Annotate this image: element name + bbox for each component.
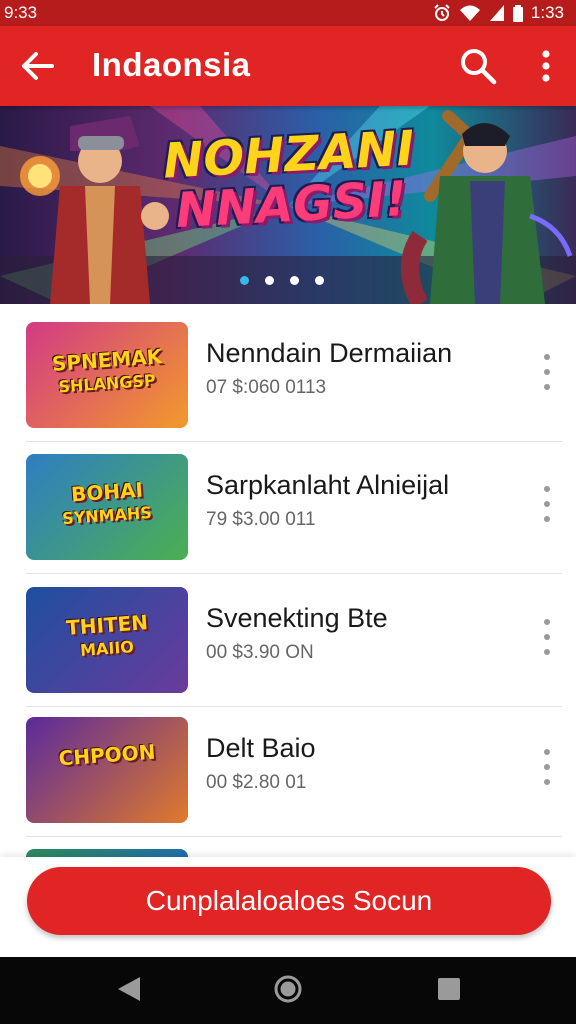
status-time-left: 9:33 xyxy=(4,3,38,22)
game-subtitle: 07 $:060 0113 xyxy=(206,377,327,398)
item-more-icon[interactable] xyxy=(538,484,556,524)
game-title: Delt Baio xyxy=(206,733,316,763)
wifi-icon xyxy=(459,5,480,21)
page-title: Indaonsia xyxy=(92,46,251,83)
banner-title-line-2: NNAGSI! xyxy=(174,170,409,239)
search-icon[interactable] xyxy=(458,46,498,86)
status-icons: 1:33 xyxy=(433,3,564,23)
game-title: Sarpkanlaht Alnieijal xyxy=(206,470,450,500)
list-item[interactable]: BOHAI SYNMAHS Sarpkanlaht Alnieijal 79 $3.0… xyxy=(0,442,576,574)
game-thumbnail: THITEN MAIIO xyxy=(26,587,188,693)
game-subtitle: 79 $3.00 011 xyxy=(206,509,316,530)
item-more-icon[interactable] xyxy=(538,352,556,392)
carousel-dot[interactable] xyxy=(240,276,249,285)
status-time-right: 1:33 xyxy=(530,3,564,22)
item-more-icon[interactable] xyxy=(538,617,556,657)
app-bar: Indaonsia xyxy=(0,26,576,106)
divider xyxy=(26,573,562,574)
banner-title: NOHZANI NNAGSI! xyxy=(148,121,433,239)
game-thumbnail: CHPOON xyxy=(26,717,188,823)
battery-icon xyxy=(512,5,523,22)
list-item[interactable]: SPNEMAK SHLANGSP Nenndain Dermaiian 07 $:06… xyxy=(0,310,576,442)
carousel-dot[interactable] xyxy=(315,276,324,285)
signal-icon xyxy=(489,5,504,21)
game-title: Svenekting Bte xyxy=(206,603,388,633)
item-more-icon[interactable] xyxy=(538,747,556,787)
game-subtitle: 00 $3.90 ON xyxy=(206,642,314,663)
nav-back-icon[interactable] xyxy=(116,975,142,1003)
nav-recents-icon[interactable] xyxy=(437,977,461,1001)
divider xyxy=(26,836,562,837)
status-bar: 9:33 1:33 xyxy=(0,0,576,26)
list-item[interactable]: CHPOON Delt Baio 00 $2.80 01 xyxy=(0,705,576,837)
carousel-dot[interactable] xyxy=(265,276,274,285)
alarm-icon xyxy=(434,4,450,21)
arrow-left-icon[interactable] xyxy=(20,50,56,82)
game-thumbnail: BOHAI SYNMAHS xyxy=(26,454,188,560)
primary-action-button[interactable]: Cunplalaloaloes Socun xyxy=(27,867,551,935)
thumbnail-text: CHPOON xyxy=(57,739,157,771)
featured-banner[interactable]: NOHZANI NNAGSI! xyxy=(0,106,576,304)
game-thumbnail: SPNEMAK SHLANGSP xyxy=(26,322,188,428)
carousel-indicator xyxy=(240,276,324,285)
game-subtitle: 00 $2.80 01 xyxy=(206,772,307,793)
list-item[interactable]: THITEN MAIIO Svenekting Bte 00 $3.90 ON xyxy=(0,575,576,707)
carousel-dot[interactable] xyxy=(290,276,299,285)
game-title: Nenndain Dermaiian xyxy=(206,338,453,368)
more-vert-icon[interactable] xyxy=(534,48,558,84)
nav-home-icon[interactable] xyxy=(273,974,303,1004)
system-navigation-bar xyxy=(0,957,576,1024)
